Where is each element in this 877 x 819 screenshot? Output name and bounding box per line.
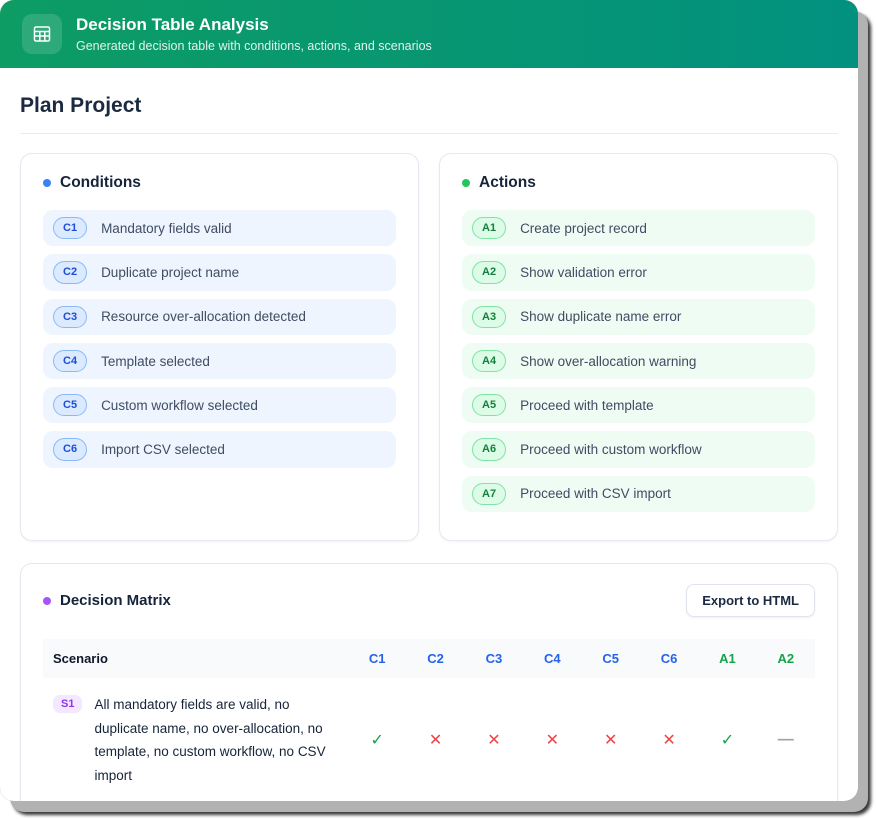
item-id-badge: A1 [472, 217, 506, 239]
column-header-scenario: Scenario [43, 639, 348, 678]
item-label: Proceed with template [520, 398, 654, 413]
item-id-badge: C2 [53, 261, 87, 283]
item-id-badge: A7 [472, 483, 506, 505]
item-label: Show validation error [520, 265, 647, 280]
item-label: Proceed with CSV import [520, 486, 671, 501]
item-label: Resource over-allocation detected [101, 309, 306, 324]
actions-card-header: Actions [462, 174, 815, 192]
cards-grid: Conditions C1 Mandatory fields valid C2 … [20, 153, 838, 541]
column-header-c2: C2 [406, 639, 464, 678]
item-label: Custom workflow selected [101, 398, 258, 413]
column-header-a1: A1 [698, 639, 756, 678]
conditions-dot-icon [43, 179, 51, 187]
item-id-badge: A6 [472, 438, 506, 460]
page-body: Plan Project Conditions C1 Mandatory fie… [0, 68, 858, 801]
item-label: Template selected [101, 354, 210, 369]
list-item: A6 Proceed with custom workflow [462, 431, 815, 467]
matrix-header-row: ScenarioC1C2C3C4C5C6A1A2 [43, 639, 815, 678]
item-label: Show over-allocation warning [520, 354, 696, 369]
list-item: C5 Custom workflow selected [43, 387, 396, 423]
item-id-badge: A5 [472, 394, 506, 416]
list-item: A5 Proceed with template [462, 387, 815, 423]
column-header-c1: C1 [348, 639, 406, 678]
decision-matrix-table: ScenarioC1C2C3C4C5C6A1A2 S1 All mandatory… [43, 639, 815, 801]
matrix-dot-icon [43, 597, 51, 605]
list-item: C2 Duplicate project name [43, 254, 396, 290]
header-texts: Decision Table Analysis Generated decisi… [76, 15, 432, 52]
conditions-title: Conditions [60, 174, 141, 192]
item-id-badge: A2 [472, 261, 506, 283]
item-label: Proceed with custom workflow [520, 442, 702, 457]
conditions-card-header: Conditions [43, 174, 396, 192]
column-header-c5: C5 [581, 639, 639, 678]
matrix-title-wrap: Decision Matrix [43, 592, 171, 609]
scenario-id-badge: S1 [53, 695, 82, 713]
check-mark-icon: ✓ [348, 678, 406, 801]
item-id-badge: C3 [53, 306, 87, 328]
cross-mark-icon: ✕ [523, 678, 581, 801]
export-html-button[interactable]: Export to HTML [686, 584, 815, 617]
dash-mark-icon: — [757, 678, 815, 801]
item-label: Mandatory fields valid [101, 221, 232, 236]
matrix-header: Decision Matrix Export to HTML [43, 584, 815, 617]
list-item: C3 Resource over-allocation detected [43, 299, 396, 335]
actions-list: A1 Create project record A2 Show validat… [462, 210, 815, 512]
item-label: Show duplicate name error [520, 309, 681, 324]
header-banner: Decision Table Analysis Generated decisi… [0, 0, 858, 68]
item-label: Create project record [520, 221, 647, 236]
conditions-card: Conditions C1 Mandatory fields valid C2 … [20, 153, 419, 541]
item-id-badge: C5 [53, 394, 87, 416]
actions-title: Actions [479, 174, 536, 192]
list-item: C1 Mandatory fields valid [43, 210, 396, 246]
header-title: Decision Table Analysis [76, 15, 432, 35]
item-label: Import CSV selected [101, 442, 225, 457]
item-id-badge: A3 [472, 306, 506, 328]
cross-mark-icon: ✕ [465, 678, 523, 801]
list-item: A4 Show over-allocation warning [462, 343, 815, 379]
item-id-badge: A4 [472, 350, 506, 372]
list-item: A1 Create project record [462, 210, 815, 246]
list-item: A7 Proceed with CSV import [462, 476, 815, 512]
column-header-a2: A2 [757, 639, 815, 678]
decision-matrix-card: Decision Matrix Export to HTML ScenarioC… [20, 563, 838, 801]
scenario-row-s1: S1 All mandatory fields are valid, no dup… [43, 678, 815, 801]
scenario-cell: S1 All mandatory fields are valid, no dup… [43, 678, 348, 801]
item-id-badge: C6 [53, 438, 87, 460]
cross-mark-icon: ✕ [406, 678, 464, 801]
list-item: A3 Show duplicate name error [462, 299, 815, 335]
cross-mark-icon: ✕ [640, 678, 698, 801]
item-id-badge: C4 [53, 350, 87, 372]
item-label: Duplicate project name [101, 265, 239, 280]
divider [20, 133, 838, 134]
app-window: Decision Table Analysis Generated decisi… [0, 0, 858, 801]
cross-mark-icon: ✕ [581, 678, 639, 801]
column-header-c4: C4 [523, 639, 581, 678]
page-title: Plan Project [20, 94, 838, 118]
column-header-c6: C6 [640, 639, 698, 678]
scenario-label: All mandatory fields are valid, no dupli… [94, 693, 341, 788]
actions-dot-icon [462, 179, 470, 187]
list-item: A2 Show validation error [462, 254, 815, 290]
table-icon [22, 14, 62, 54]
header-subtitle: Generated decision table with conditions… [76, 39, 432, 53]
actions-card: Actions A1 Create project record A2 Show… [439, 153, 838, 541]
list-item: C4 Template selected [43, 343, 396, 379]
matrix-title: Decision Matrix [60, 592, 171, 609]
list-item: C6 Import CSV selected [43, 431, 396, 467]
item-id-badge: C1 [53, 217, 87, 239]
conditions-list: C1 Mandatory fields valid C2 Duplicate p… [43, 210, 396, 468]
check-mark-icon: ✓ [698, 678, 756, 801]
column-header-c3: C3 [465, 639, 523, 678]
matrix-body: S1 All mandatory fields are valid, no dup… [43, 678, 815, 801]
